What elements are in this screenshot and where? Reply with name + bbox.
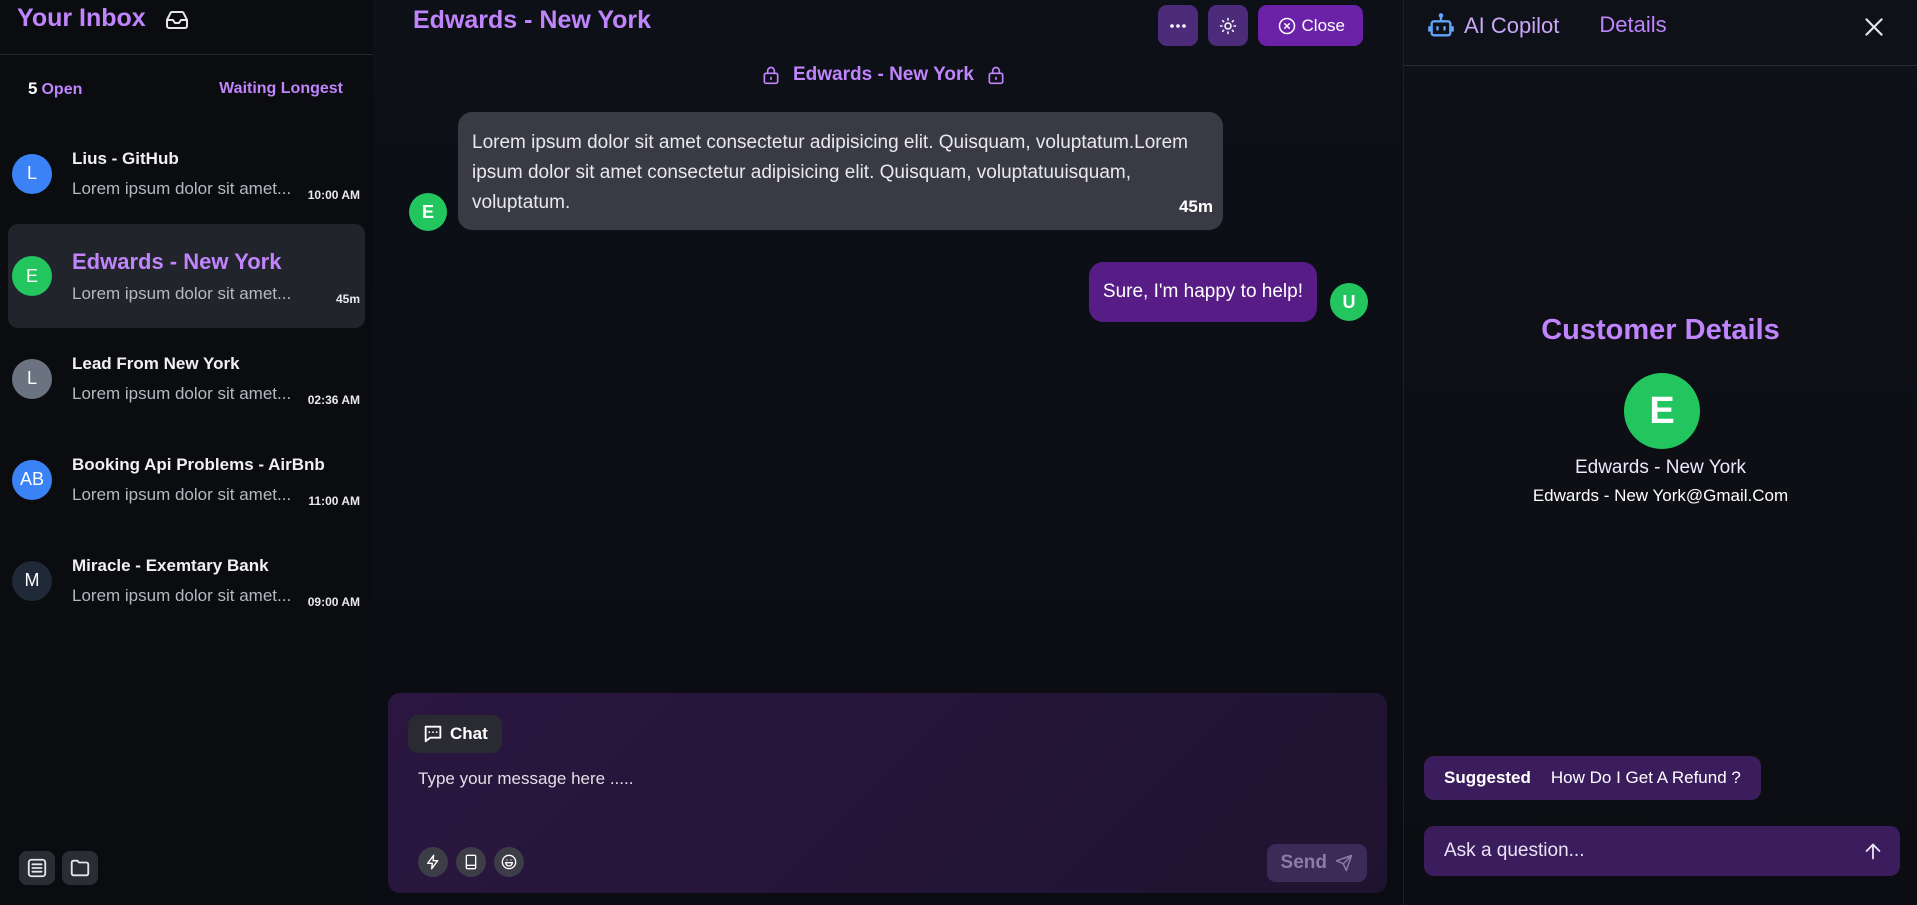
suggested-question: How Do I Get A Refund ? (1550, 768, 1741, 787)
suggested-question-chip[interactable]: Suggested How Do I Get A Refund ? (1424, 756, 1761, 800)
message-text: Sure, I'm happy to help! (1102, 281, 1303, 302)
theme-toggle-button[interactable] (1207, 5, 1248, 46)
close-panel-button[interactable] (1861, 14, 1887, 45)
chat-bubble-icon (424, 725, 442, 743)
sun-icon (1219, 17, 1236, 34)
user-avatar: U (1330, 283, 1368, 321)
details-panel-header: AI Copilot Details (1404, 0, 1917, 66)
inbox-title: Your Inbox (17, 4, 146, 32)
details-panel: AI Copilot Details Customer Details E Ed… (1403, 0, 1917, 905)
incoming-message: Lorem ipsum dolor sit amet consectetur a… (458, 112, 1223, 230)
close-conversation-button[interactable]: Close (1257, 5, 1363, 46)
outgoing-message: Sure, I'm happy to help! (1088, 262, 1317, 322)
chat-panel: Edwards - New York Close Edwards - New Y… (373, 0, 1403, 905)
tab-ai-copilot[interactable]: AI Copilot (1426, 12, 1559, 40)
sidebar-header: Your Inbox (0, 0, 373, 55)
conversation-item-miracle-exemtary-bank[interactable]: M Miracle - Exemtary Bank Lorem ipsum do… (8, 530, 365, 631)
close-label: Close (1301, 15, 1345, 35)
inbox-filter-bar: 5 Open Waiting Longest (0, 55, 373, 123)
emoji-icon (501, 854, 517, 870)
emoji-button[interactable] (494, 847, 524, 877)
knowledge-base-button[interactable] (456, 847, 486, 877)
sidebar-footer (19, 851, 98, 885)
folder-button[interactable] (62, 851, 98, 885)
more-options-button[interactable] (1157, 5, 1198, 46)
composer-actions (418, 847, 524, 877)
lightning-icon (427, 854, 439, 870)
avatar: L (12, 358, 52, 399)
encrypted-conversation-header: Edwards - New York (761, 64, 1006, 86)
conversation-name: Booking Api Problems - AirBnb (72, 454, 325, 474)
conversation-name: Lius - GitHub (72, 148, 179, 168)
folder-icon (70, 859, 90, 877)
conversation-time: 02:36 AM (307, 393, 360, 407)
conversation-name: Miracle - Exemtary Bank (72, 555, 269, 575)
tab-details[interactable]: Details (1599, 12, 1666, 38)
conversation-time: 09:00 AM (307, 595, 360, 609)
conversation-preview: Lorem ipsum dolor sit amet... (72, 283, 292, 303)
conversation-item-lead-from-new-york[interactable]: L Lead From New York Lorem ipsum dolor s… (8, 328, 365, 429)
inbox-tray-icon[interactable] (164, 8, 190, 37)
message-text: Lorem ipsum dolor sit amet consectetur a… (472, 132, 1188, 213)
lock-icon (988, 66, 1004, 85)
customer-details-title: Customer Details (1541, 314, 1780, 346)
robot-icon (1428, 13, 1454, 37)
customer-email: Edwards - New York@Gmail.Com (1532, 486, 1789, 505)
contact-avatar: E (409, 193, 447, 231)
avatar: AB (12, 459, 52, 500)
list-icon (27, 858, 47, 878)
conversation-item-edwards-new-york[interactable]: E Edwards - New York Lorem ipsum dolor s… (8, 224, 365, 328)
submit-question-button[interactable] (1862, 840, 1884, 867)
conversation-name: Lead From New York (72, 353, 240, 373)
ask-question-box (1424, 826, 1900, 876)
conversation-time: 45m (335, 292, 360, 306)
conversation-contact-name: Edwards - New York (793, 64, 974, 85)
chat-title: Edwards - New York (413, 6, 652, 34)
tab-details-label: Details (1599, 12, 1667, 37)
conversation-time: 10:00 AM (307, 188, 360, 202)
lock-icon (763, 66, 779, 85)
customer-name: Edwards - New York (1574, 457, 1747, 478)
tab-ai-copilot-label: AI Copilot (1464, 13, 1560, 38)
send-icon (1335, 854, 1353, 872)
send-label: Send (1280, 852, 1327, 873)
sort-dropdown[interactable]: Waiting Longest (219, 80, 343, 98)
chat-mode-tab[interactable]: Chat (408, 715, 502, 753)
close-circle-icon (1278, 17, 1295, 34)
close-icon (1865, 18, 1883, 36)
book-icon (465, 854, 477, 870)
avatar: L (12, 153, 52, 194)
conversation-item-booking-api-problems[interactable]: AB Booking Api Problems - AirBnb Lorem i… (8, 429, 365, 530)
inbox-sidebar: Your Inbox 5 Open Waiting Longest L Lius … (0, 0, 373, 905)
conversation-time: 11:00 AM (308, 494, 360, 508)
chat-tab-label: Chat (450, 724, 488, 743)
message-time: 45m (1178, 197, 1213, 216)
chat-toolbar: Close (1157, 5, 1363, 46)
ellipsis-icon (1169, 23, 1186, 28)
avatar: M (12, 560, 52, 601)
ask-question-input[interactable] (1444, 840, 1844, 862)
quick-reply-button[interactable] (418, 847, 448, 877)
send-button[interactable]: Send (1266, 844, 1367, 882)
notes-button[interactable] (19, 851, 55, 885)
conversation-name: Edwards - New York (72, 248, 282, 274)
customer-avatar: E (1624, 373, 1700, 449)
arrow-up-icon (1865, 843, 1881, 860)
open-count: 5 (28, 79, 38, 98)
open-label: Open (41, 81, 83, 98)
suggested-label: Suggested (1444, 768, 1531, 787)
open-status-filter[interactable]: 5 Open (28, 79, 82, 99)
message-input[interactable] (418, 769, 1318, 789)
conversation-list: L Lius - GitHub Lorem ipsum dolor sit am… (0, 123, 373, 631)
message-composer: Chat Send (388, 693, 1387, 893)
avatar: E (12, 256, 52, 296)
conversation-item-lius-github[interactable]: L Lius - GitHub Lorem ipsum dolor sit am… (8, 123, 365, 224)
